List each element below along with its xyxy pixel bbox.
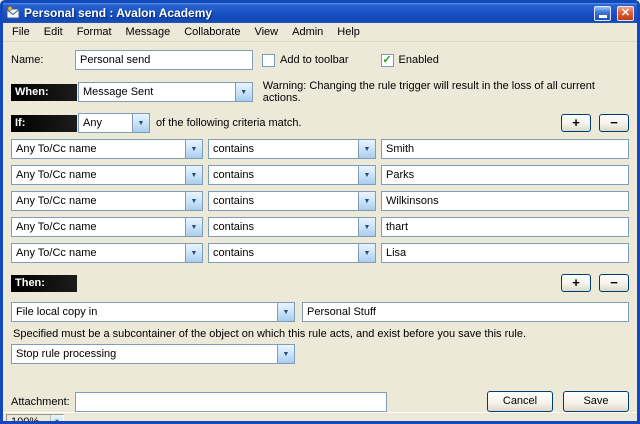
enabled-group: ✓ Enabled xyxy=(381,54,439,67)
criteria-operator-select[interactable]: contains ▼ xyxy=(208,217,376,237)
menu-item-view[interactable]: View xyxy=(247,24,285,41)
criteria-field-select[interactable]: Any To/Cc name ▼ xyxy=(11,243,203,263)
titlebar: Personal send : Avalon Academy ✕ xyxy=(3,3,637,23)
statusbar: 100% ▼ xyxy=(3,412,637,424)
then-remove-action-button[interactable]: − xyxy=(599,274,629,292)
chevron-down-icon: ▼ xyxy=(50,415,63,424)
criteria-row: Any To/Cc name ▼ contains ▼ xyxy=(11,217,629,237)
if-add-criteria-button[interactable]: + xyxy=(561,114,591,132)
stop-action-select[interactable]: Stop rule processing ▼ xyxy=(11,344,295,364)
criteria-value-input[interactable] xyxy=(381,139,629,159)
name-input[interactable] xyxy=(75,50,253,70)
menubar: File Edit Format Message Collaborate Vie… xyxy=(3,23,637,42)
action-row: File local copy in ▼ xyxy=(11,302,629,322)
action-note-text: Specified must be a subcontainer of the … xyxy=(11,328,526,340)
if-match-suffix: of the following criteria match. xyxy=(156,117,302,129)
add-to-toolbar-label: Add to toolbar xyxy=(280,54,349,66)
resize-grip[interactable] xyxy=(622,417,635,424)
action-value-input[interactable] xyxy=(302,302,629,322)
chevron-down-icon: ▼ xyxy=(358,192,375,210)
criteria-row: Any To/Cc name ▼ contains ▼ xyxy=(11,243,629,263)
chevron-down-icon: ▼ xyxy=(277,345,294,363)
chevron-down-icon: ▼ xyxy=(358,218,375,236)
when-section-label: When: xyxy=(11,84,77,101)
criteria-row: Any To/Cc name ▼ contains ▼ xyxy=(11,191,629,211)
criteria-field-select[interactable]: Any To/Cc name ▼ xyxy=(11,139,203,159)
if-section-label: If: xyxy=(11,115,77,132)
chevron-down-icon: ▼ xyxy=(277,303,294,321)
save-button[interactable]: Save xyxy=(563,391,629,412)
chevron-down-icon: ▼ xyxy=(185,140,202,158)
menu-item-format[interactable]: Format xyxy=(70,24,119,41)
menu-item-message[interactable]: Message xyxy=(119,24,178,41)
chevron-down-icon: ▼ xyxy=(185,166,202,184)
minimize-button[interactable] xyxy=(594,6,611,21)
if-remove-criteria-button[interactable]: − xyxy=(599,114,629,132)
criteria-value-input[interactable] xyxy=(381,165,629,185)
when-row: When: Message Sent ▼ Warning: Changing t… xyxy=(11,80,629,104)
chevron-down-icon: ▼ xyxy=(358,166,375,184)
criteria-field-select[interactable]: Any To/Cc name ▼ xyxy=(11,165,203,185)
when-warning-text: Warning: Changing the rule trigger will … xyxy=(263,80,629,104)
when-select[interactable]: Message Sent ▼ xyxy=(78,82,253,102)
attachment-row: Attachment: Cancel Save xyxy=(11,391,629,412)
chevron-down-icon: ▼ xyxy=(185,244,202,262)
criteria-field-select[interactable]: Any To/Cc name ▼ xyxy=(11,217,203,237)
criteria-value-input[interactable] xyxy=(381,243,629,263)
cancel-button[interactable]: Cancel xyxy=(487,391,553,412)
chevron-down-icon: ▼ xyxy=(358,244,375,262)
window-title: Personal send : Avalon Academy xyxy=(24,6,588,20)
criteria-row: Any To/Cc name ▼ contains ▼ xyxy=(11,165,629,185)
close-button[interactable]: ✕ xyxy=(617,6,634,21)
menu-item-collaborate[interactable]: Collaborate xyxy=(177,24,247,41)
menu-item-help[interactable]: Help xyxy=(330,24,367,41)
stop-row: Stop rule processing ▼ xyxy=(11,344,629,364)
minimize-icon xyxy=(599,15,607,18)
then-row: Then: + − xyxy=(11,274,629,292)
chevron-down-icon: ▼ xyxy=(358,140,375,158)
criteria-operator-select[interactable]: contains ▼ xyxy=(208,165,376,185)
check-icon: ✓ xyxy=(382,55,391,66)
zoom-select[interactable]: 100% ▼ xyxy=(6,414,64,424)
criteria-value-input[interactable] xyxy=(381,217,629,237)
chevron-down-icon: ▼ xyxy=(132,114,149,132)
criteria-operator-select[interactable]: contains ▼ xyxy=(208,139,376,159)
then-add-action-button[interactable]: + xyxy=(561,274,591,292)
dialog-body: Name: Add to toolbar ✓ Enabled When: Mes… xyxy=(3,42,637,412)
zoom-value: 100% xyxy=(11,416,39,424)
add-to-toolbar-group: Add to toolbar xyxy=(262,54,349,67)
criteria-field-select[interactable]: Any To/Cc name ▼ xyxy=(11,191,203,211)
attachment-input[interactable] xyxy=(75,392,387,412)
criteria-operator-select[interactable]: contains ▼ xyxy=(208,191,376,211)
window: Personal send : Avalon Academy ✕ File Ed… xyxy=(0,0,640,424)
add-to-toolbar-checkbox[interactable] xyxy=(262,54,275,67)
criteria-operator-select[interactable]: contains ▼ xyxy=(208,243,376,263)
if-row: If: Any ▼ of the following criteria matc… xyxy=(11,113,629,133)
menu-item-file[interactable]: File xyxy=(5,24,37,41)
enabled-checkbox[interactable]: ✓ xyxy=(381,54,394,67)
close-icon: ✕ xyxy=(621,7,630,20)
menu-item-admin[interactable]: Admin xyxy=(285,24,330,41)
note-row: Specified must be a subcontainer of the … xyxy=(11,328,629,340)
enabled-label: Enabled xyxy=(399,54,439,66)
chevron-down-icon: ▼ xyxy=(185,192,202,210)
attachment-label: Attachment: xyxy=(11,396,75,408)
chevron-down-icon: ▼ xyxy=(185,218,202,236)
menu-item-edit[interactable]: Edit xyxy=(37,24,70,41)
criteria-row: Any To/Cc name ▼ contains ▼ xyxy=(11,139,629,159)
action-type-select[interactable]: File local copy in ▼ xyxy=(11,302,295,322)
criteria-value-input[interactable] xyxy=(381,191,629,211)
name-label: Name: xyxy=(11,54,75,66)
name-row: Name: Add to toolbar ✓ Enabled xyxy=(11,50,629,70)
if-match-select[interactable]: Any ▼ xyxy=(78,113,150,133)
then-section-label: Then: xyxy=(11,275,77,292)
chevron-down-icon: ▼ xyxy=(235,83,252,101)
window-icon xyxy=(6,6,20,20)
